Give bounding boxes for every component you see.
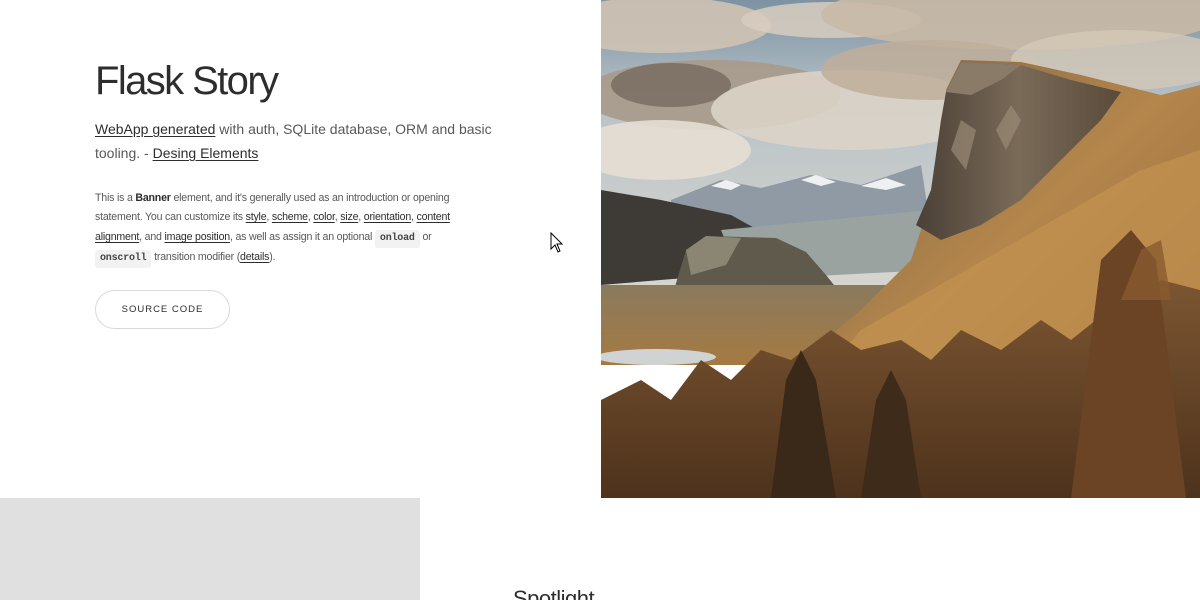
mouse-cursor-icon — [550, 231, 564, 253]
source-code-button[interactable]: SOURCE CODE — [95, 290, 230, 329]
details-link[interactable]: details — [240, 251, 269, 263]
scheme-link[interactable]: scheme — [272, 211, 308, 223]
banner-description: This is a Banner element, and it's gener… — [95, 189, 485, 268]
spotlight-title: Spotlight — [513, 586, 595, 600]
landscape-illustration — [601, 0, 1200, 498]
design-elements-link[interactable]: Desing Elements — [153, 145, 259, 161]
desc-text: ). — [269, 250, 276, 263]
style-link[interactable]: style — [246, 211, 267, 223]
onscroll-code: onscroll — [95, 249, 152, 268]
desc-text: This is a — [95, 192, 136, 204]
banner-section: Flask Story WebApp generated with auth, … — [0, 0, 1200, 498]
desc-text: , as well as assign it an optional — [229, 230, 375, 243]
spotlight-image-placeholder — [0, 498, 420, 600]
image-position-link[interactable]: image position — [164, 231, 230, 243]
color-link[interactable]: color — [313, 211, 335, 223]
desc-text: , and — [139, 230, 165, 243]
desc-text: or — [419, 230, 432, 243]
onload-code: onload — [374, 229, 420, 248]
desc-bold: Banner — [135, 192, 171, 204]
orientation-link[interactable]: orientation — [364, 211, 411, 223]
webapp-generated-link[interactable]: WebApp generated — [95, 121, 215, 137]
desc-text: transition modifier ( — [151, 250, 241, 263]
banner-lead: WebApp generated with auth, SQLite datab… — [95, 117, 495, 165]
mountain-landscape-image — [601, 0, 1200, 498]
banner-content: Flask Story WebApp generated with auth, … — [0, 0, 601, 498]
page-title: Flask Story — [95, 59, 279, 103]
spotlight-section: Spotlight — [420, 498, 1200, 600]
size-link[interactable]: size — [340, 211, 358, 223]
